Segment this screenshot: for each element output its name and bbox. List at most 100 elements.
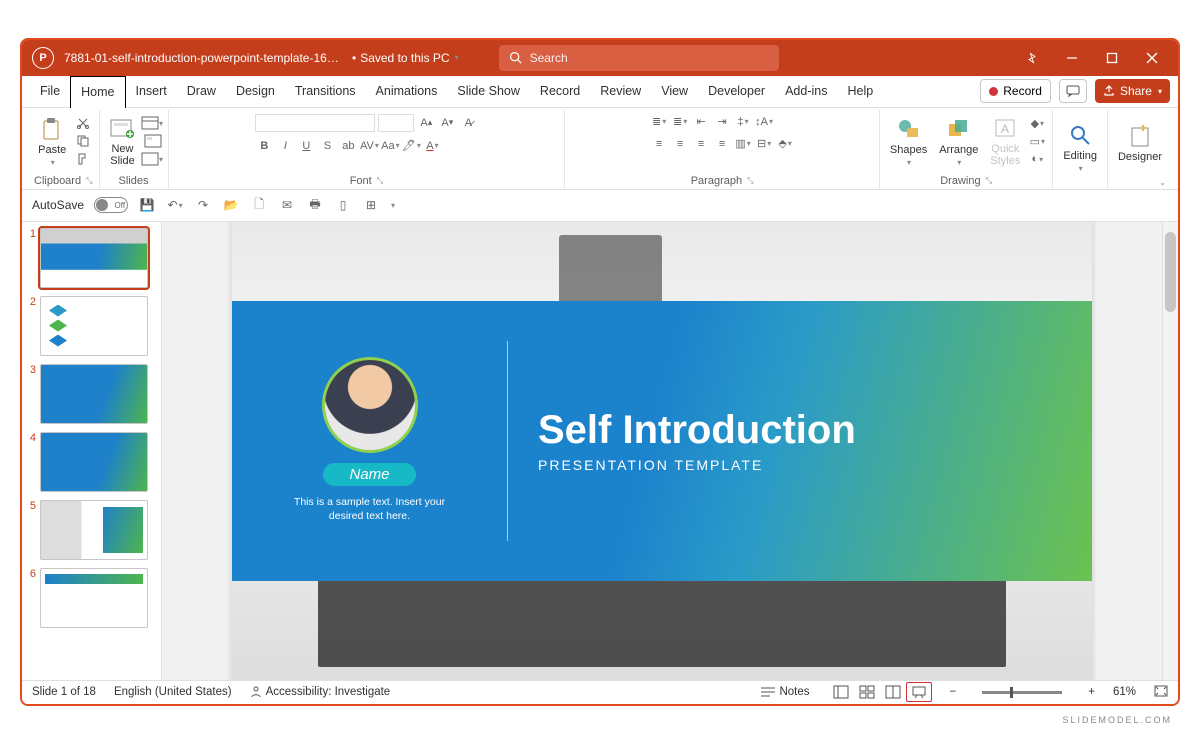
paste-button[interactable]: Paste▾: [34, 114, 70, 169]
increase-font-icon[interactable]: A▴: [417, 115, 435, 131]
slideshow-begin-icon[interactable]: ▯: [334, 197, 352, 213]
smartart-icon[interactable]: ⬘▾: [776, 136, 794, 152]
tab-design[interactable]: Design: [226, 75, 285, 107]
highlight-icon[interactable]: 🖊▾: [402, 138, 420, 154]
thumbnail-3[interactable]: [40, 364, 148, 424]
notes-button[interactable]: Notes: [761, 686, 809, 698]
qat-more-icon[interactable]: ▾: [391, 201, 395, 210]
tab-file[interactable]: File: [30, 75, 70, 107]
zoom-level[interactable]: 61%: [1113, 686, 1136, 698]
strike-icon[interactable]: S: [318, 138, 336, 154]
maximize-button[interactable]: [1092, 40, 1132, 76]
quick-styles-button[interactable]: AQuick Styles: [986, 113, 1024, 169]
accessibility-status[interactable]: Accessibility: Investigate: [250, 686, 391, 698]
share-button[interactable]: Share▾: [1095, 79, 1170, 103]
tab-animations[interactable]: Animations: [366, 75, 448, 107]
slide-canvas-area[interactable]: Name This is a sample text. Insert your …: [162, 222, 1162, 680]
shape-fill-icon[interactable]: ◆▾: [1028, 115, 1046, 131]
open-icon[interactable]: 📂: [222, 197, 240, 213]
shadow-icon[interactable]: ab: [339, 138, 357, 154]
align-center-icon[interactable]: ≡: [671, 136, 689, 152]
thumbnail-6[interactable]: [40, 568, 148, 628]
columns-icon[interactable]: ▥▾: [734, 136, 752, 152]
zoom-slider[interactable]: [982, 691, 1062, 694]
autosave-toggle[interactable]: Off: [94, 197, 128, 213]
italic-icon[interactable]: I: [276, 138, 294, 154]
email-icon[interactable]: ✉: [278, 197, 296, 213]
undo-icon[interactable]: ↶▾: [166, 197, 184, 213]
save-status[interactable]: •Saved to this PC▾: [352, 51, 459, 65]
sorter-view-icon[interactable]: [854, 682, 880, 702]
search-box[interactable]: [499, 45, 779, 71]
editing-button[interactable]: Editing▾: [1059, 120, 1101, 175]
shape-effects-icon[interactable]: ◐▾: [1028, 151, 1046, 167]
tab-slideshow[interactable]: Slide Show: [447, 75, 530, 107]
thumbnail-5[interactable]: [40, 500, 148, 560]
quickprint-icon[interactable]: 🖶: [306, 197, 324, 213]
slide-thumbnails[interactable]: 1 2 3 4 5 6: [22, 222, 162, 680]
slideshow-view-icon[interactable]: [906, 682, 932, 702]
case-icon[interactable]: Aa▾: [381, 138, 399, 154]
sample-text[interactable]: This is a sample text. Insert your desir…: [290, 496, 450, 523]
arrange-button[interactable]: Arrange▾: [935, 114, 982, 169]
tab-view[interactable]: View: [651, 75, 698, 107]
zoom-out-icon[interactable]: −: [950, 686, 957, 698]
text-direction-icon[interactable]: ↕A▾: [755, 114, 773, 130]
layout-icon[interactable]: ▾: [144, 115, 162, 131]
justify-icon[interactable]: ≡: [713, 136, 731, 152]
decrease-font-icon[interactable]: A▾: [438, 115, 456, 131]
minimize-button[interactable]: [1052, 40, 1092, 76]
comments-button[interactable]: [1059, 79, 1087, 103]
indent-inc-icon[interactable]: ⇥: [713, 114, 731, 130]
tab-help[interactable]: Help: [837, 75, 883, 107]
line-spacing-icon[interactable]: ‡▾: [734, 114, 752, 130]
tab-transitions[interactable]: Transitions: [285, 75, 366, 107]
align-right-icon[interactable]: ≡: [692, 136, 710, 152]
align-text-icon[interactable]: ⊟▾: [755, 136, 773, 152]
indent-dec-icon[interactable]: ⇤: [692, 114, 710, 130]
redo-icon[interactable]: ↷: [194, 197, 212, 213]
thumbnail-4[interactable]: [40, 432, 148, 492]
save-icon[interactable]: 💾: [138, 197, 156, 213]
tab-developer[interactable]: Developer: [698, 75, 775, 107]
clear-format-icon[interactable]: A̷: [459, 115, 477, 131]
underline-icon[interactable]: U: [297, 138, 315, 154]
slide-counter[interactable]: Slide 1 of 18: [32, 686, 96, 698]
tab-home[interactable]: Home: [70, 76, 125, 108]
section-icon[interactable]: ▾: [144, 151, 162, 167]
font-color-icon[interactable]: A▾: [423, 138, 441, 154]
reset-icon[interactable]: [144, 133, 162, 149]
tab-review[interactable]: Review: [590, 75, 651, 107]
tab-draw[interactable]: Draw: [177, 75, 226, 107]
collapse-ribbon-icon[interactable]: ⌄: [1159, 178, 1166, 187]
new-slide-button[interactable]: New Slide: [106, 113, 140, 169]
mic-icon[interactable]: [1012, 40, 1052, 76]
search-input[interactable]: [530, 51, 769, 65]
cut-icon[interactable]: [74, 115, 92, 131]
thumbnail-1[interactable]: [40, 228, 148, 288]
spacing-icon[interactable]: AV▾: [360, 138, 378, 154]
slide-subtitle[interactable]: PRESENTATION TEMPLATE: [538, 457, 1092, 473]
thumbnail-2[interactable]: [40, 296, 148, 356]
format-painter-icon[interactable]: [74, 151, 92, 167]
name-pill[interactable]: Name: [323, 463, 415, 486]
designer-button[interactable]: Designer: [1114, 121, 1166, 165]
touch-mode-icon[interactable]: ⊞: [362, 197, 380, 213]
tab-addins[interactable]: Add-ins: [775, 75, 837, 107]
numbering-icon[interactable]: ≣▾: [671, 114, 689, 130]
bullets-icon[interactable]: ≣▾: [650, 114, 668, 130]
vertical-scrollbar[interactable]: [1162, 222, 1178, 680]
slide-title[interactable]: Self Introduction: [538, 408, 1092, 453]
align-left-icon[interactable]: ≡: [650, 136, 668, 152]
bold-icon[interactable]: B: [255, 138, 273, 154]
fit-window-icon[interactable]: [1154, 685, 1168, 700]
tab-record[interactable]: Record: [530, 75, 590, 107]
shapes-button[interactable]: Shapes▾: [886, 114, 931, 169]
copy-icon[interactable]: [74, 133, 92, 149]
new-icon[interactable]: 🗋: [250, 197, 268, 213]
normal-view-icon[interactable]: [828, 682, 854, 702]
record-button[interactable]: Record: [980, 79, 1051, 103]
zoom-in-icon[interactable]: +: [1088, 686, 1095, 698]
language-status[interactable]: English (United States): [114, 686, 232, 698]
reading-view-icon[interactable]: [880, 682, 906, 702]
